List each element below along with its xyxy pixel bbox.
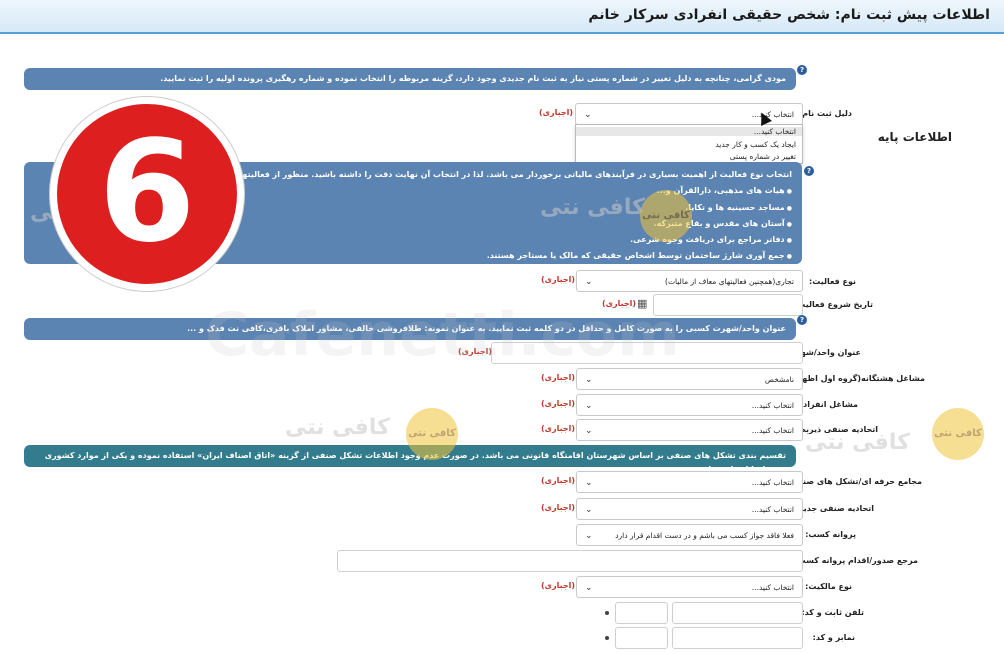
fax-number-input[interactable]: [672, 627, 803, 649]
required-tag: (اجباری): [541, 275, 576, 284]
license-select[interactable]: فعلا فاقد جواز کسب می باشم و در دست اقدا…: [576, 524, 803, 546]
chevron-down-icon: ⌄: [585, 401, 593, 411]
section-title: اطلاعات پایه: [877, 130, 952, 144]
activity-type-select[interactable]: تجاری(همچنین فعالیتهای معاف از مالیات) ⌄: [576, 270, 803, 292]
license-authority-label: مرجع صدور/اقدام پروانه کسب:: [794, 556, 918, 565]
page-title: اطلاعات پیش ثبت نام: شخص حقیقی انفرادی س…: [588, 7, 990, 23]
chevron-down-icon: ⌄: [585, 426, 593, 436]
required-tag: (اجباری): [541, 424, 576, 433]
dropdown-option[interactable]: تغییر در شماره پستی: [730, 152, 796, 161]
start-date-label: تاریخ شروع فعالیت:: [794, 300, 873, 309]
reason-dropdown-list: انتخاب کنید... ایجاد یک کسب و کار جدید ت…: [575, 124, 803, 164]
chevron-down-icon: ⌄: [585, 505, 593, 515]
bullet-item: جمع آوری شارژ ساختمان توسط اشخاص حقیقی ک…: [487, 249, 792, 264]
help-icon[interactable]: ?: [797, 315, 807, 325]
watermark-text: Cafenetti.com: [205, 300, 680, 370]
activity-type-label: نوع فعالیت:: [809, 277, 856, 286]
chevron-down-icon: ⌄: [585, 478, 593, 488]
new-union-label: اتحادیه صنفی جدید:: [795, 504, 874, 513]
required-dot: [605, 611, 609, 615]
required-tag: (اجباری): [541, 373, 576, 382]
step-number: 6: [98, 111, 196, 274]
dropdown-option[interactable]: ایجاد یک کسب و کار جدید: [715, 140, 796, 149]
new-union-select[interactable]: انتخاب کنید... ⌄: [576, 498, 803, 520]
isic-group-select[interactable]: نامشخص ⌄: [576, 368, 803, 390]
fax-label: نمابر و کد:: [812, 633, 855, 642]
fax-code-input[interactable]: [615, 627, 668, 649]
required-tag: (اجباری): [541, 476, 576, 485]
chevron-down-icon: ⌄: [585, 531, 593, 541]
license-authority-input[interactable]: [337, 550, 803, 572]
help-icon[interactable]: ?: [804, 166, 814, 176]
bullet-item: مساجد حسینیه ها و تکایا.: [685, 201, 792, 216]
required-dot: [605, 636, 609, 640]
watermark-text: کافی نتی: [285, 415, 390, 440]
registration-notice-text: مودی گرامی، چنانچه به دلیل تغییر در شمار…: [160, 74, 786, 83]
watermark-text: کافی نتی: [540, 195, 645, 220]
landline-number-input[interactable]: [672, 602, 803, 624]
chevron-down-icon: ⌄: [584, 110, 592, 120]
license-label: پروانه کسب:: [805, 530, 856, 539]
chevron-down-icon: ⌄: [585, 375, 593, 385]
watermark-logo: کافی نتی: [640, 190, 692, 242]
reason-label: دلیل ثبت نام: [802, 109, 852, 118]
watermark-text: کافی نتی: [805, 430, 910, 455]
ownership-label: نوع مالکیت:: [805, 582, 852, 591]
watermark-logo: کافی نتی: [406, 408, 458, 460]
step-number-badge: 6: [50, 97, 244, 291]
guild-union-select[interactable]: انتخاب کنید... ⌄: [576, 419, 803, 441]
guild-assembly-select[interactable]: انتخاب کنید... ⌄: [576, 471, 803, 493]
dropdown-option[interactable]: انتخاب کنید...: [576, 127, 802, 136]
help-icon[interactable]: ?: [797, 65, 807, 75]
chevron-down-icon: ⌄: [585, 277, 593, 287]
required-tag: (اجباری): [541, 581, 576, 590]
required-tag: (اجباری): [541, 399, 576, 408]
landline-code-input[interactable]: [615, 602, 668, 624]
page-header: اطلاعات پیش ثبت نام: شخص حقیقی انفرادی س…: [0, 0, 1004, 34]
ownership-select[interactable]: انتخاب کنید... ⌄: [576, 576, 803, 598]
solo-job-select[interactable]: انتخاب کنید... ⌄: [576, 394, 803, 416]
guild-assembly-label: مجامع حرفه ای/تشکل های صنفی:: [786, 477, 922, 486]
watermark-logo: کافی نتی: [932, 408, 984, 460]
required-tag: (اجباری): [539, 108, 574, 117]
chevron-down-icon: ⌄: [585, 583, 593, 593]
registration-notice-banner: مودی گرامی، چنانچه به دلیل تغییر در شمار…: [24, 68, 796, 90]
landline-label: تلفن ثابت و کد:: [801, 608, 864, 617]
required-tag: (اجباری): [541, 503, 576, 512]
